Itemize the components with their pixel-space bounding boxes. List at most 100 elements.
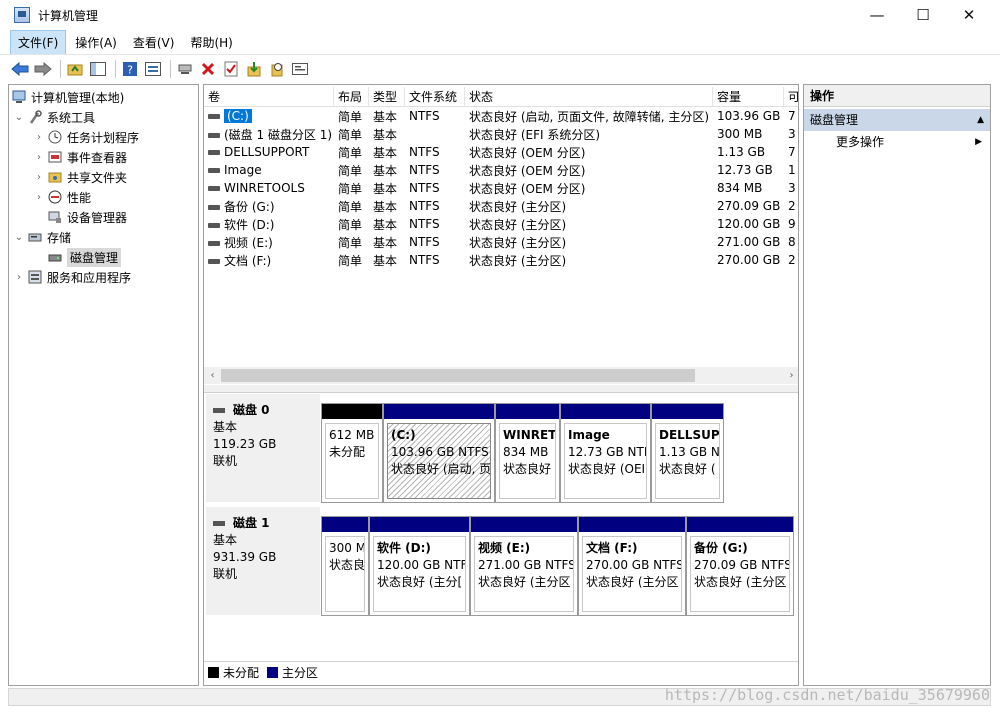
table-row[interactable]: DELLSUPPORT 简单 基本 NTFS 状态良好 (OEM 分区) 1.13 GB 7	[204, 143, 798, 161]
properties-icon[interactable]	[143, 59, 163, 79]
actions-section-disk-management[interactable]: 磁盘管理 ▲	[804, 109, 990, 131]
horizontal-scrollbar[interactable]: ‹ ›	[204, 367, 798, 384]
partition-dellsupport[interactable]: DELLSUP 1.13 GB N 状态良好 (	[651, 403, 724, 503]
volume-icon	[208, 240, 220, 246]
table-cell: 3	[788, 127, 796, 141]
volume-name: 软件 (D:)	[224, 217, 275, 232]
tree-item-storage[interactable]: ⌄ 存储	[9, 227, 198, 247]
table-row[interactable]: 视频 (E:) 简单 基本 NTFS 状态良好 (主分区) 271.00 GB 8	[204, 233, 798, 251]
disk-0-label[interactable]: 磁盘 0 基本 119.23 GB 联机	[206, 394, 320, 502]
show-tree-icon[interactable]	[88, 59, 108, 79]
disk-type: 基本	[213, 420, 238, 434]
delete-icon[interactable]	[198, 59, 218, 79]
disk-status: 联机	[213, 567, 238, 581]
minimize-button[interactable]: —	[854, 0, 900, 30]
partition-disk0-unallocated[interactable]: 612 MB 未分配	[321, 403, 383, 503]
menu-file[interactable]: 文件(F)	[10, 29, 67, 55]
volume-name: WINRETOOLS	[224, 181, 305, 195]
expanded-arrow-icon[interactable]: ⌄	[13, 232, 25, 243]
volume-name-cell: 备份 (G:)	[204, 198, 334, 215]
disk-name: 磁盘 0	[233, 403, 270, 417]
table-cell: 7	[788, 109, 796, 123]
collapsed-arrow-icon[interactable]: ›	[33, 132, 45, 143]
column-header-volume[interactable]: 卷	[204, 87, 334, 107]
forward-icon[interactable]	[33, 59, 53, 79]
tree-item-services-apps[interactable]: › 服务和应用程序	[9, 267, 198, 287]
volume-icon	[208, 114, 220, 119]
volume-icon	[208, 168, 220, 173]
menu-help[interactable]: 帮助(H)	[183, 31, 239, 54]
partition-bar	[322, 517, 368, 532]
search-icon[interactable]	[267, 59, 287, 79]
table-cell: 状态良好 (主分区)	[469, 199, 567, 214]
table-cell: NTFS	[409, 145, 440, 159]
partition-image[interactable]: Image 12.73 GB NTF 状态良好 (OEI	[560, 403, 651, 503]
menu-action[interactable]: 操作(A)	[68, 31, 124, 54]
scroll-right-icon[interactable]: ›	[783, 370, 798, 381]
tree-root[interactable]: 计算机管理(本地)	[9, 87, 198, 107]
storage-icon	[27, 229, 43, 245]
tree-item-device-manager[interactable]: 设备管理器	[9, 207, 198, 227]
tree-item-performance[interactable]: › 性能	[9, 187, 198, 207]
disk-1-label[interactable]: 磁盘 1 基本 931.39 GB 联机	[206, 507, 320, 615]
partition-efi[interactable]: 300 M 状态良	[321, 516, 369, 616]
collapsed-arrow-icon[interactable]: ›	[33, 152, 45, 163]
collapsed-arrow-icon[interactable]: ›	[33, 192, 45, 203]
tree-item-disk-management[interactable]: 磁盘管理	[9, 247, 198, 267]
table-row[interactable]: WINRETOOLS 简单 基本 NTFS 状态良好 (OEM 分区) 834 MB 3	[204, 179, 798, 197]
back-icon[interactable]	[10, 59, 30, 79]
collapsed-arrow-icon[interactable]: ›	[33, 172, 45, 183]
column-header-status[interactable]: 状态	[465, 87, 713, 107]
close-button[interactable]: ✕	[946, 0, 992, 30]
table-row[interactable]: 备份 (G:) 简单 基本 NTFS 状态良好 (主分区) 270.09 GB 2	[204, 197, 798, 215]
volume-name-cell: 文档 (F:)	[204, 252, 334, 269]
partition-winretools[interactable]: WINRET 834 MB 状态良好	[495, 403, 560, 503]
column-header-type[interactable]: 类型	[369, 87, 405, 107]
table-row[interactable]: 软件 (D:) 简单 基本 NTFS 状态良好 (主分区) 120.00 GB 9	[204, 215, 798, 233]
import-icon[interactable]	[244, 59, 264, 79]
table-cell: 简单	[338, 109, 363, 124]
partition-body: (C:) 103.96 GB NTFS 状态良好 (启动, 页	[387, 423, 491, 499]
table-cell: 基本	[373, 145, 398, 160]
column-header-free[interactable]: 可	[784, 87, 798, 107]
maximize-button[interactable]: ☐	[900, 0, 946, 30]
export-icon[interactable]	[290, 59, 310, 79]
partition-bar	[496, 404, 559, 419]
disk-status: 联机	[213, 454, 238, 468]
volume-icon	[208, 204, 220, 210]
partition-e[interactable]: 视频 (E:) 271.00 GB NTFS 状态良好 (主分区	[470, 516, 578, 616]
partition-body: 视频 (E:) 271.00 GB NTFS 状态良好 (主分区	[474, 536, 574, 612]
partition-body: 文档 (F:) 270.00 GB NTFS 状态良好 (主分区	[582, 536, 682, 612]
table-row[interactable]: (磁盘 1 磁盘分区 1) 简单 基本 状态良好 (EFI 系统分区) 300 MB 3	[204, 125, 798, 143]
table-row[interactable]: 文档 (F:) 简单 基本 NTFS 状态良好 (主分区) 270.00 GB 2	[204, 251, 798, 269]
pane-splitter[interactable]	[204, 385, 798, 393]
column-header-layout[interactable]: 布局	[334, 87, 369, 107]
menu-view[interactable]: 查看(V)	[126, 31, 182, 54]
partition-f[interactable]: 文档 (F:) 270.00 GB NTFS 状态良好 (主分区	[578, 516, 686, 616]
help-icon[interactable]: ?	[120, 59, 140, 79]
column-header-filesystem[interactable]: 文件系统	[405, 87, 465, 107]
column-header-capacity[interactable]: 容量	[713, 87, 784, 107]
scrollbar-thumb[interactable]	[221, 369, 695, 382]
action-more-actions[interactable]: 更多操作 ▶	[804, 131, 990, 153]
table-cell: 基本	[373, 181, 398, 196]
partition-d[interactable]: 软件 (D:) 120.00 GB NTF 状态良好 (主分[	[369, 516, 470, 616]
expanded-arrow-icon[interactable]: ⌄	[13, 112, 25, 123]
up-folder-icon[interactable]	[65, 59, 85, 79]
scroll-left-icon[interactable]: ‹	[204, 370, 221, 381]
table-row[interactable]: Image 简单 基本 NTFS 状态良好 (OEM 分区) 12.73 GB 1	[204, 161, 798, 179]
table-cell: 状态良好 (OEM 分区)	[469, 181, 586, 196]
tree-item-shared-folders[interactable]: › 共享文件夹	[9, 167, 198, 187]
partition-c[interactable]: (C:) 103.96 GB NTFS 状态良好 (启动, 页	[383, 403, 495, 503]
collapse-up-icon[interactable]: ▲	[977, 109, 984, 131]
legend-label-unallocated: 未分配	[223, 666, 260, 680]
tree-item-task-scheduler[interactable]: › 任务计划程序	[9, 127, 198, 147]
collapsed-arrow-icon[interactable]: ›	[13, 272, 25, 283]
connect-icon[interactable]	[175, 59, 195, 79]
tree-item-event-viewer[interactable]: › 事件查看器	[9, 147, 198, 167]
tree-item-system-tools[interactable]: ⌄ 系统工具	[9, 107, 198, 127]
partition-g[interactable]: 备份 (G:) 270.09 GB NTFS 状态良好 (主分区	[686, 516, 794, 616]
table-cell: 简单	[338, 127, 363, 142]
table-row[interactable]: (C:) 简单 基本 NTFS 状态良好 (启动, 页面文件, 故障转储, 主分区) 10…	[204, 107, 798, 125]
check-icon[interactable]	[221, 59, 241, 79]
